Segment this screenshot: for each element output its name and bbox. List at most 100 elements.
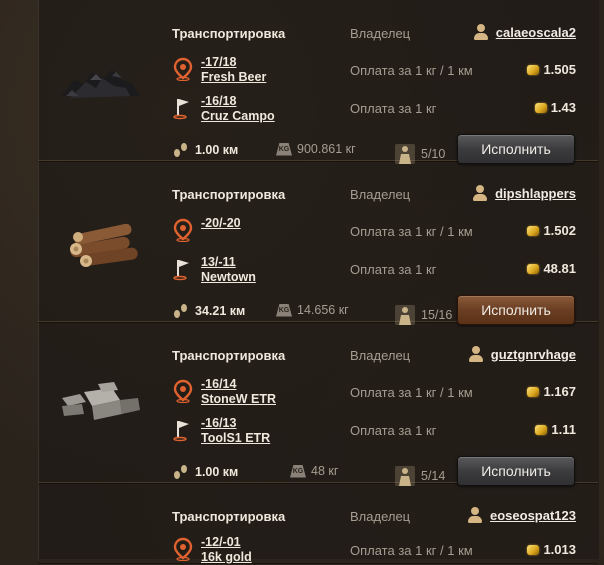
to-coords-link[interactable]: -16/18 — [201, 94, 275, 109]
pay-per-kg-value: 48.81 — [527, 261, 576, 276]
pay-per-kg-label: Оплата за 1 кг — [350, 262, 437, 277]
from-coords-link[interactable]: -17/18 — [201, 55, 266, 70]
weight-icon: KG — [276, 303, 292, 317]
pay-per-km-value: 1.167 — [527, 384, 576, 399]
weight-icon: KG — [276, 142, 292, 156]
flag-icon — [173, 99, 189, 120]
weight-value: 900.861 кг — [297, 142, 356, 156]
order-type-title: Транспортировка — [172, 348, 286, 363]
weight-icon: KG — [290, 464, 306, 478]
pay-per-km-label: Оплата за 1 кг / 1 км — [350, 63, 473, 78]
distance-value: 1.00 км — [195, 465, 239, 479]
order-card: Транспортировка Владелец guztgnrvhage -1… — [38, 322, 598, 486]
map-pin-icon — [173, 57, 193, 81]
execute-button[interactable]: Исполнить — [457, 456, 575, 486]
coal-pile-icon — [62, 70, 140, 98]
execute-button[interactable]: Исполнить — [457, 134, 575, 164]
gold-icon — [527, 386, 540, 397]
weight-value: 14.656 кг — [297, 303, 349, 317]
pay-per-kg-amount: 48.81 — [543, 261, 576, 276]
user-icon — [467, 345, 485, 363]
route-to: -16/13 ToolS1 ETR — [172, 416, 270, 446]
route-from: -12/-01 16k gold — [172, 535, 252, 565]
route-to: 13/-11 Newtown — [172, 255, 256, 285]
from-coords-link[interactable]: -20/-20 — [201, 216, 241, 231]
order-type-title: Транспортировка — [172, 26, 286, 41]
pay-per-kg-amount: 1.43 — [550, 100, 576, 115]
to-city-link[interactable]: ToolS1 ETR — [201, 431, 270, 446]
pay-per-km-label: Оплата за 1 кг / 1 км — [350, 385, 473, 400]
pay-per-km-amount: 1.502 — [543, 223, 576, 238]
gold-icon — [527, 64, 540, 75]
pay-per-km-value: 1.013 — [527, 542, 576, 557]
order-card: Транспортировка Владелец dipshlappers -2… — [38, 161, 598, 325]
weight-stat: KG 14.656 кг — [276, 303, 349, 317]
pay-per-km-label: Оплата за 1 кг / 1 км — [350, 224, 473, 239]
from-city-link[interactable]: StoneW ETR — [201, 392, 276, 407]
pay-per-km-amount: 1.013 — [543, 542, 576, 557]
map-pin-icon — [173, 379, 193, 403]
route-to: -16/18 Cruz Campo — [172, 94, 275, 124]
owner-label: Владелец — [350, 187, 411, 202]
map-pin-icon — [173, 218, 193, 242]
owner[interactable]: dipshlappers — [471, 184, 576, 202]
to-coords-link[interactable]: -16/13 — [201, 416, 270, 431]
pay-per-km-amount: 1.505 — [543, 62, 576, 77]
order-card: Транспортировка Владелец calaeoscala2 -1… — [38, 0, 598, 164]
distance-stat: 34.21 км — [172, 303, 245, 319]
pay-per-kg-value: 1.43 — [534, 100, 576, 115]
owner-name-link[interactable]: calaeoscala2 — [496, 25, 576, 40]
from-coords-link[interactable]: -16/14 — [201, 377, 276, 392]
gold-icon — [527, 263, 540, 274]
distance-value: 1.00 км — [195, 143, 239, 157]
pay-per-km-value: 1.502 — [527, 223, 576, 238]
weight-value: 48 кг — [311, 464, 339, 478]
order-type-title: Транспортировка — [172, 187, 286, 202]
crew-value: 5/14 — [421, 469, 446, 483]
owner-name-link[interactable]: eoseospat123 — [490, 508, 576, 523]
owner-name-link[interactable]: dipshlappers — [495, 186, 576, 201]
pay-per-km-amount: 1.167 — [543, 384, 576, 399]
owner[interactable]: guztgnrvhage — [467, 345, 576, 363]
gold-icon — [527, 544, 540, 555]
distance-stat: 1.00 км — [172, 142, 238, 158]
to-city-link[interactable]: Newtown — [201, 270, 256, 285]
execute-button[interactable]: Исполнить — [457, 295, 575, 325]
user-icon — [466, 506, 484, 524]
stone-blocks-icon — [62, 382, 140, 420]
pay-per-kg-amount: 1.11 — [551, 422, 576, 437]
user-icon — [471, 184, 489, 202]
cargo-image — [38, 0, 172, 160]
route-from: -16/14 StoneW ETR — [172, 377, 276, 407]
owner[interactable]: calaeoscala2 — [472, 23, 576, 41]
from-city-link[interactable]: Fresh Beer — [201, 70, 266, 85]
owner[interactable]: eoseospat123 — [466, 506, 576, 524]
cargo-image — [38, 322, 172, 482]
gold-icon — [535, 424, 548, 435]
weight-stat: KG 48 кг — [290, 464, 338, 478]
footprints-icon — [174, 143, 187, 157]
to-city-link[interactable]: Cruz Campo — [201, 109, 275, 124]
pay-per-km-label: Оплата за 1 кг / 1 км — [350, 543, 473, 558]
flag-icon — [173, 421, 189, 442]
crew-value: 15/16 — [421, 308, 453, 322]
pay-per-kg-label: Оплата за 1 кг — [350, 423, 437, 438]
route-from: -17/18 Fresh Beer — [172, 55, 266, 85]
weight-stat: KG 900.861 кг — [276, 142, 356, 156]
from-coords-link[interactable]: -12/-01 — [201, 535, 252, 550]
pay-per-km-value: 1.505 — [527, 62, 576, 77]
user-icon — [472, 23, 490, 41]
owner-name-link[interactable]: guztgnrvhage — [491, 347, 576, 362]
orders-list: Транспортировка Владелец calaeoscala2 -1… — [38, 0, 598, 565]
pay-per-kg-label: Оплата за 1 кг — [350, 101, 437, 116]
gold-icon — [534, 102, 547, 113]
flag-icon — [173, 260, 189, 281]
gold-icon — [527, 225, 540, 236]
order-type-title: Транспортировка — [172, 509, 286, 524]
map-pin-icon — [173, 537, 193, 561]
from-city-link[interactable]: 16k gold — [201, 550, 252, 565]
cargo-image — [38, 161, 172, 321]
owner-label: Владелец — [350, 348, 411, 363]
to-coords-link[interactable]: 13/-11 — [201, 255, 256, 270]
distance-stat: 1.00 км — [172, 464, 238, 480]
